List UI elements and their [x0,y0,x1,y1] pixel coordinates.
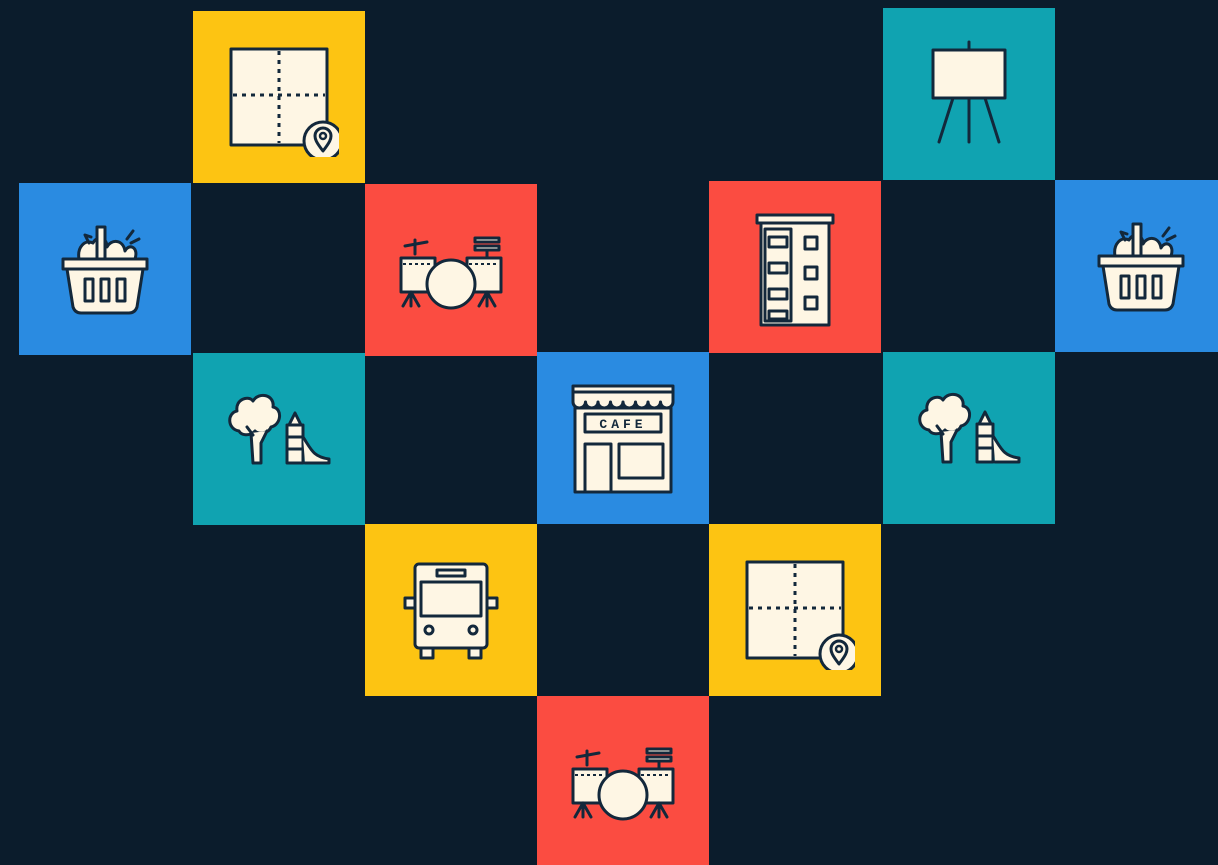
cafe-storefront-icon: CAFE [563,378,683,498]
map-location-tile [709,524,881,696]
cafe-sign-text: CAFE [599,417,646,432]
park-playground-icon [219,379,339,499]
bus-tile [365,524,537,696]
drum-kit-tile [365,184,537,356]
map-location-icon [219,37,339,157]
apartment-building-tile [709,181,881,353]
grocery-basket-tile [1055,180,1218,352]
map-location-tile [193,11,365,183]
park-playground-icon [909,378,1029,498]
drum-kit-tile [537,696,709,865]
cafe-storefront-tile: CAFE [537,352,709,524]
park-playground-tile [883,352,1055,524]
grocery-basket-icon [1081,206,1201,326]
drum-kit-icon [391,210,511,330]
park-playground-tile [193,353,365,525]
grocery-basket-tile [19,183,191,355]
easel-tile [883,8,1055,180]
grocery-basket-icon [45,209,165,329]
easel-icon [909,34,1029,154]
map-location-icon [735,550,855,670]
apartment-building-icon [735,207,855,327]
drum-kit-icon [563,721,683,841]
bus-icon [391,550,511,670]
